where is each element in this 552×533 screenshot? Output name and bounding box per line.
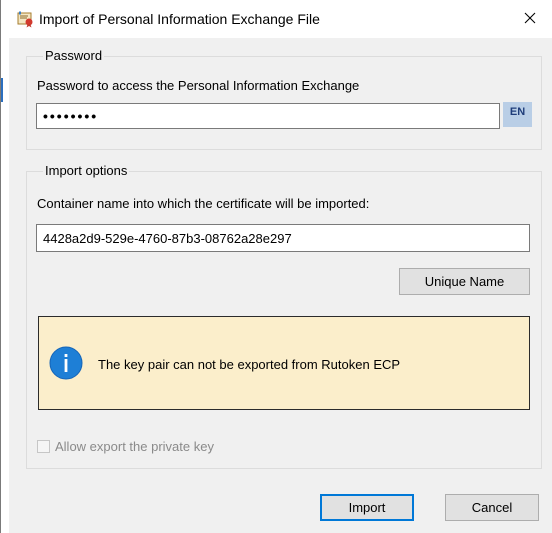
container-name-label: Container name into which the certificat… xyxy=(37,196,370,211)
close-icon xyxy=(524,12,536,27)
certificate-app-icon xyxy=(17,11,35,28)
title-bar[interactable]: Import of Personal Information Exchange … xyxy=(9,0,552,38)
background-accent xyxy=(1,78,3,102)
allow-export-checkbox xyxy=(37,440,50,453)
container-name-input[interactable] xyxy=(36,224,530,252)
info-message-box: The key pair can not be exported from Ru… xyxy=(38,316,530,410)
info-icon xyxy=(49,346,83,380)
close-button[interactable] xyxy=(507,0,552,38)
window-title: Import of Personal Information Exchange … xyxy=(39,11,320,27)
unique-name-button[interactable]: Unique Name xyxy=(399,268,530,295)
import-dialog-window: Import of Personal Information Exchange … xyxy=(0,0,552,533)
allow-export-checkbox-row: Allow export the private key xyxy=(37,439,214,454)
allow-export-label: Allow export the private key xyxy=(55,439,214,454)
keyboard-language-indicator: EN xyxy=(503,102,532,127)
background-window-edge xyxy=(1,0,9,533)
info-message-text: The key pair can not be exported from Ru… xyxy=(98,357,401,372)
password-input[interactable] xyxy=(36,103,500,129)
import-options-group-label: Import options xyxy=(43,163,130,178)
password-field-label: Password to access the Personal Informat… xyxy=(37,78,360,93)
import-button[interactable]: Import xyxy=(320,494,414,521)
password-group-label: Password xyxy=(43,48,105,63)
cancel-button[interactable]: Cancel xyxy=(445,494,539,521)
